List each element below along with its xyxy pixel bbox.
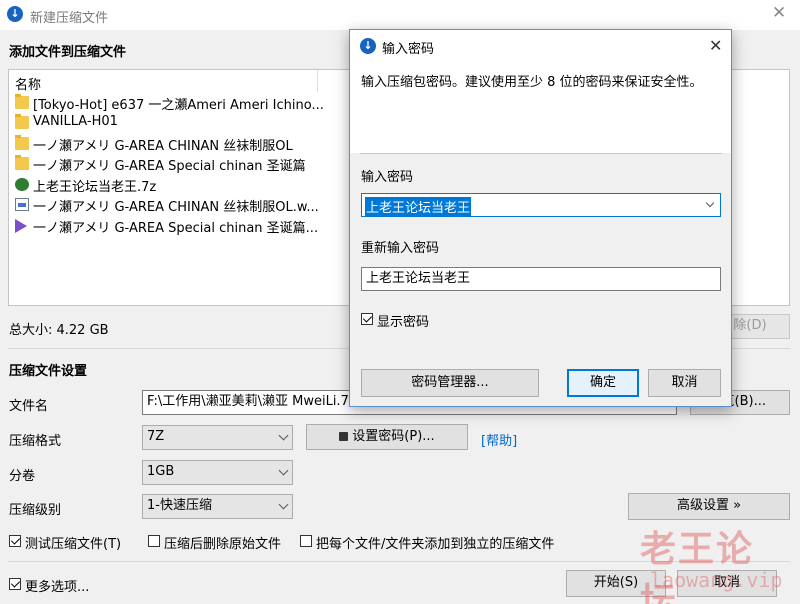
list-item[interactable]: 一ノ瀬アメリ G-AREA CHINAN 丝袜制服OL	[13, 134, 353, 154]
delete-source-label: 压缩后删除原始文件	[164, 537, 282, 552]
reenter-label: 重新输入密码	[361, 241, 440, 256]
checkbox-box[interactable]	[300, 535, 312, 547]
password-dialog: ↓ 输入密码 ✕ 输入压缩包密码。建议使用至少 8 位的密码来保证安全性。 输入…	[349, 29, 732, 407]
dialog-description-area: 输入压缩包密码。建议使用至少 8 位的密码来保证安全性。	[350, 61, 731, 153]
close-icon[interactable]: ✕	[709, 36, 722, 55]
file-name: 一ノ瀬アメリ G-AREA Special chinan 圣诞篇...	[33, 221, 319, 236]
document-icon	[15, 198, 29, 211]
list-item[interactable]: 一ノ瀬アメリ G-AREA CHINAN 丝袜制服OL.w...	[13, 195, 353, 215]
test-archive-label: 测试压缩文件(T)	[25, 537, 122, 552]
dialog-description: 输入压缩包密码。建议使用至少 8 位的密码来保证安全性。	[361, 75, 703, 90]
level-value: 1-快速压缩	[147, 498, 212, 513]
list-item[interactable]: 一ノ瀬アメリ G-AREA Special chinan 圣诞篇...	[13, 216, 353, 236]
filename-label: 文件名	[9, 399, 49, 414]
set-password-label: 设置密码(P)...	[352, 429, 435, 444]
format-label: 压缩格式	[9, 434, 62, 449]
folder-icon	[15, 135, 29, 150]
show-password-label: 显示密码	[377, 315, 430, 330]
level-label: 压缩级别	[9, 503, 62, 518]
title-bar: ↓ 新建压缩文件 ✕	[0, 0, 800, 30]
file-name: 上老王论坛当老王.7z	[33, 180, 157, 195]
app-logo-icon: ↓	[360, 38, 376, 54]
file-name: [Tokyo-Hot] e637 一之瀬Ameri Ameri Ichino..…	[33, 98, 324, 113]
password-label: 输入密码	[361, 170, 414, 185]
split-label: 分卷	[9, 469, 36, 484]
reenter-password-field[interactable]: 上老王论坛当老王	[361, 267, 721, 291]
folder-icon	[15, 155, 29, 170]
divider	[360, 153, 722, 154]
archive-settings-heading: 压缩文件设置	[9, 364, 88, 379]
window-title: 新建压缩文件	[30, 11, 109, 26]
column-separator[interactable]	[317, 70, 318, 92]
format-select[interactable]: 7Z	[142, 425, 293, 450]
help-link[interactable]: [帮助]	[481, 430, 517, 449]
close-icon[interactable]: ✕	[772, 3, 786, 23]
separate-archives-label: 把每个文件/文件夹添加到独立的压缩文件	[316, 537, 555, 552]
checkbox-box[interactable]	[9, 535, 21, 547]
file-name: 一ノ瀬アメリ G-AREA Special chinan 圣诞篇	[33, 159, 306, 174]
checkbox-box[interactable]	[9, 578, 21, 590]
list-item[interactable]: VANILLA-H01	[13, 113, 353, 133]
video-icon	[15, 219, 27, 233]
dialog-title: 输入密码	[382, 42, 435, 57]
chevron-down-icon	[278, 465, 289, 475]
more-options-label: 更多选项...	[25, 580, 90, 595]
folder-icon	[15, 114, 29, 129]
password-manager-button[interactable]: 密码管理器...	[361, 369, 539, 397]
dialog-title-bar: ↓ 输入密码 ✕	[350, 30, 731, 61]
dialog-cancel-button[interactable]: 取消	[648, 369, 721, 397]
archive-icon	[15, 178, 29, 191]
app-logo-icon: ↓	[7, 6, 23, 22]
advanced-settings-button[interactable]: 高级设置 »	[628, 493, 790, 520]
divider	[8, 561, 790, 562]
password-combo[interactable]: 上老王论坛当老王	[361, 193, 721, 217]
file-name: 一ノ瀬アメリ G-AREA CHINAN 丝袜制服OL	[33, 139, 293, 154]
chevron-down-icon	[278, 430, 289, 440]
list-item[interactable]: 上老王论坛当老王.7z	[13, 175, 353, 195]
file-name: VANILLA-H01	[33, 114, 118, 129]
level-select[interactable]: 1-快速压缩	[142, 494, 293, 519]
checkbox-box[interactable]	[148, 535, 160, 547]
list-item[interactable]: 一ノ瀬アメリ G-AREA Special chinan 圣诞篇	[13, 154, 353, 174]
total-size: 总大小: 4.22 GB	[9, 323, 109, 338]
column-header-name[interactable]: 名称	[15, 74, 41, 93]
format-value: 7Z	[147, 429, 165, 444]
ok-button[interactable]: 确定	[567, 369, 639, 397]
password-value[interactable]: 上老王论坛当老王	[365, 197, 472, 216]
cancel-button[interactable]: 取消	[677, 570, 777, 597]
chevron-down-icon	[278, 499, 289, 509]
chevron-down-icon[interactable]	[705, 198, 715, 208]
checkbox-box[interactable]	[361, 313, 373, 325]
add-files-heading: 添加文件到压缩文件	[9, 45, 127, 60]
split-value: 1GB	[147, 464, 175, 479]
start-button[interactable]: 开始(S)	[566, 570, 666, 597]
set-password-button[interactable]: 设置密码(P)...	[306, 424, 468, 450]
list-item[interactable]: [Tokyo-Hot] e637 一之瀬Ameri Ameri Ichino..…	[13, 93, 353, 113]
file-name: 一ノ瀬アメリ G-AREA CHINAN 丝袜制服OL.w...	[33, 200, 319, 215]
split-select[interactable]: 1GB	[142, 460, 293, 485]
lock-icon	[339, 432, 349, 441]
folder-icon	[15, 94, 29, 109]
